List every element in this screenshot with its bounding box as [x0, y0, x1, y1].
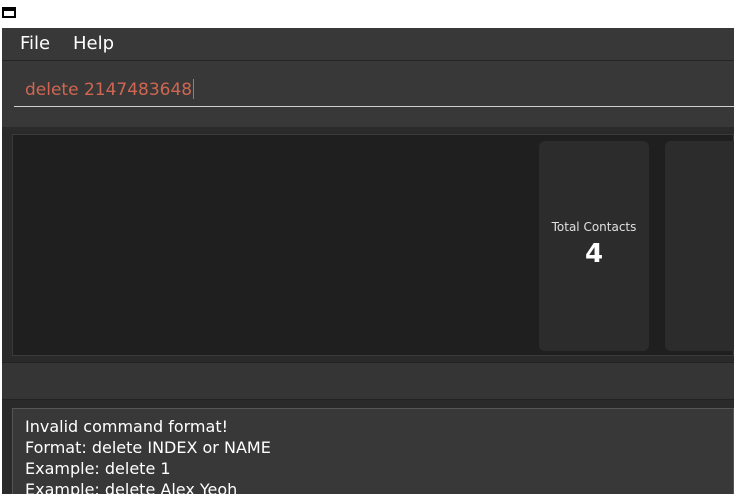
card-label: Total Contacts [551, 220, 637, 234]
text-caret [193, 79, 195, 99]
menu-help[interactable]: Help [73, 33, 114, 54]
result-line: Invalid command format! [25, 417, 229, 436]
result-line: Example: delete 1 [25, 459, 171, 478]
command-text: delete 2147483648 [25, 80, 193, 100]
os-title-bar [0, 0, 734, 28]
command-input[interactable]: delete 2147483648 [14, 73, 734, 107]
command-box: delete 2147483648 [2, 61, 734, 127]
result-line: Example: delete Alex Yeoh [25, 480, 238, 494]
stat-card [665, 141, 734, 351]
card-value: 4 [584, 239, 604, 269]
total-contacts-card: Total Contacts 4 [539, 141, 649, 351]
status-bar [2, 362, 734, 400]
menu-bar: File Help [2, 28, 734, 61]
menu-file[interactable]: File [20, 33, 50, 54]
result-line: Format: delete INDEX or NAME [25, 438, 271, 457]
window-icon [2, 7, 16, 18]
app-window: File Help delete 2147483648 Total Contac… [2, 28, 734, 494]
dashboard-panel: Total Contacts 4 [12, 134, 734, 356]
result-display[interactable]: Invalid command format! Format: delete I… [12, 408, 734, 494]
divider [2, 127, 734, 131]
